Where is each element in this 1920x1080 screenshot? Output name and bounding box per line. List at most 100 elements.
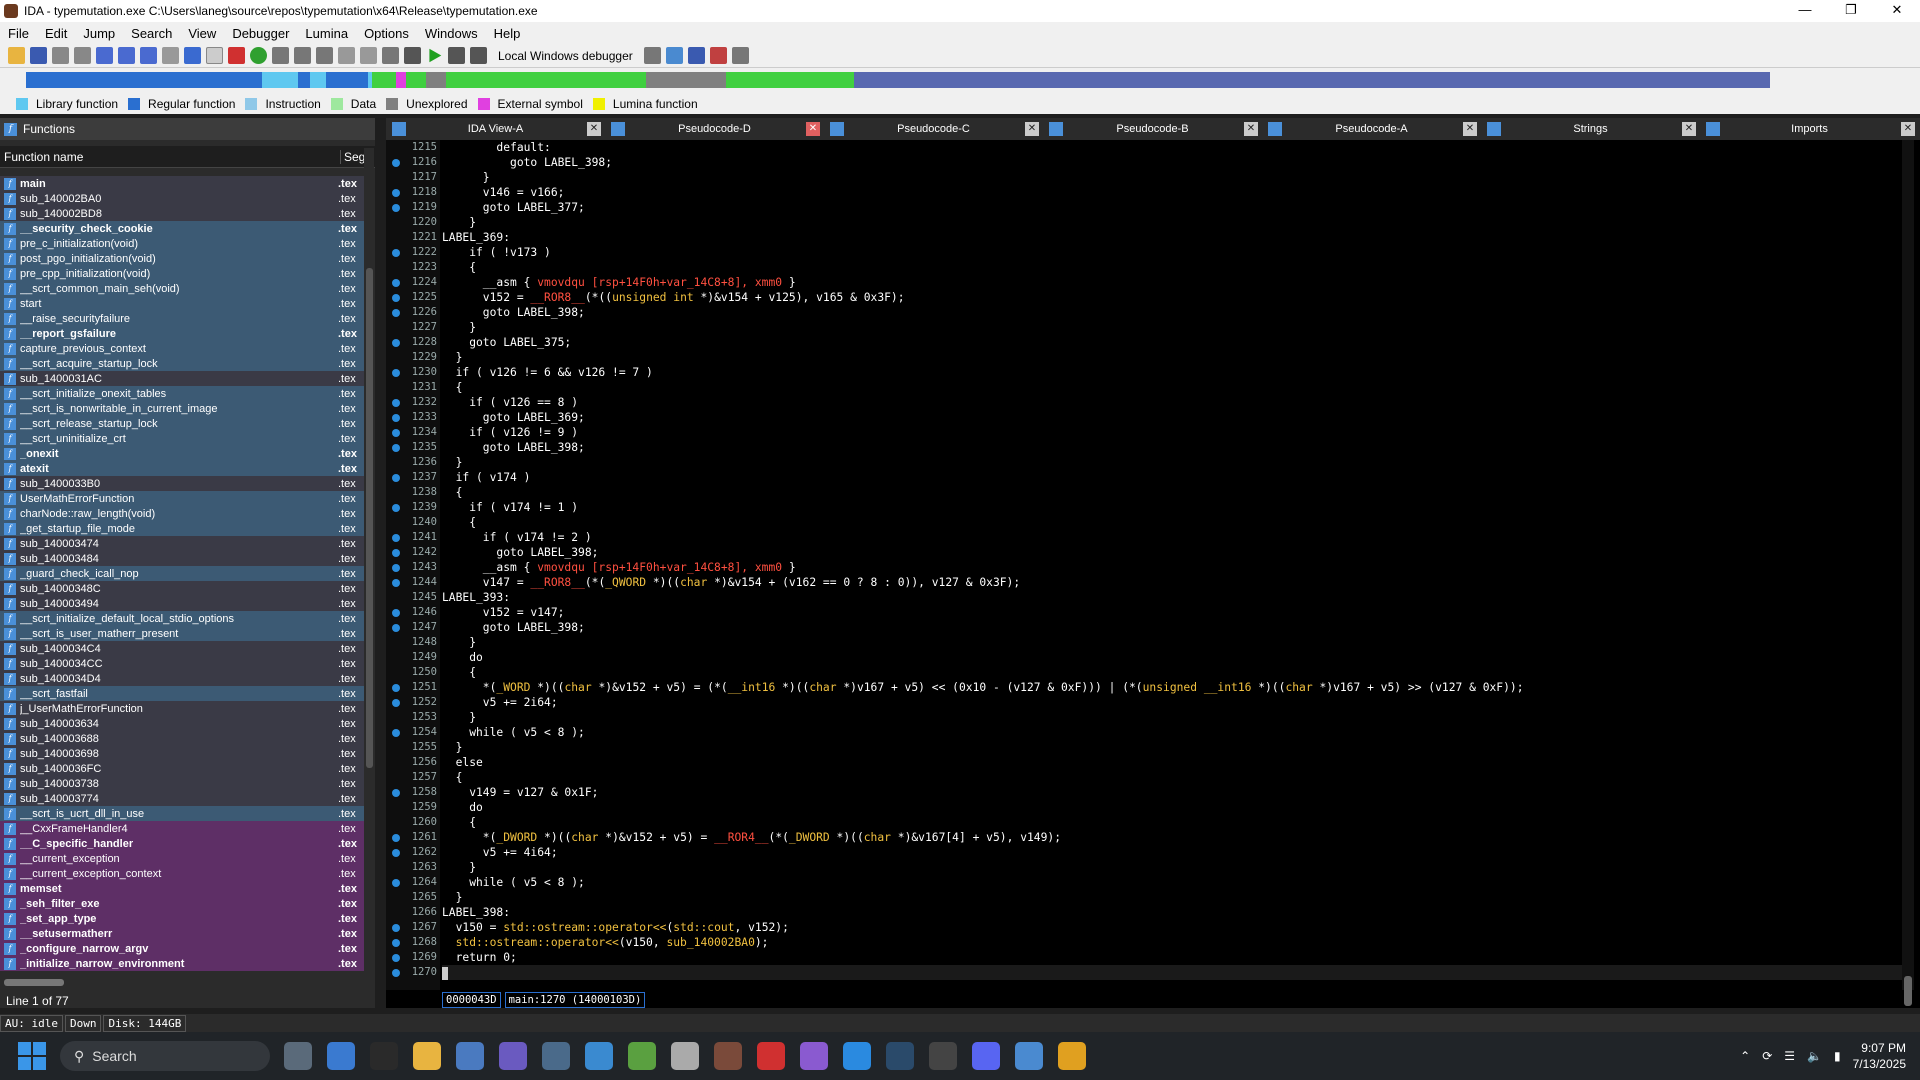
line-number[interactable]: 1221 [386,230,440,245]
function-row[interactable]: f __security_check_cookie .tex [0,221,364,236]
breakpoint-dot-icon[interactable] [392,294,400,302]
line-number[interactable]: 1215 [386,140,440,155]
maximize-button[interactable]: ❐ [1828,0,1874,22]
menu-help[interactable]: Help [486,26,529,41]
edit-icon[interactable] [382,47,399,64]
code-line[interactable]: v5 += 2i64; [442,695,1902,710]
code-line[interactable]: *(_DWORD *)((char *)&v152 + v5) = __ROR4… [442,830,1902,845]
line-number[interactable]: 1239 [386,500,440,515]
pause-icon[interactable] [448,47,465,64]
code-line[interactable]: return 0; [442,950,1902,965]
delete-icon[interactable] [404,47,421,64]
breakpoint-dot-icon[interactable] [392,279,400,287]
line-number[interactable]: 1219 [386,200,440,215]
code-line[interactable]: { [442,485,1902,500]
breakpoint-dot-icon[interactable] [392,729,400,737]
calculator-icon[interactable] [542,1042,570,1070]
attach-icon[interactable] [665,47,683,64]
function-row[interactable]: f _onexit .tex [0,446,364,461]
code-line[interactable]: v5 += 4i64; [442,845,1902,860]
breakpoint-dot-icon[interactable] [392,444,400,452]
app-a-icon[interactable] [929,1042,957,1070]
enum-icon[interactable] [316,47,333,64]
menu-file[interactable]: File [0,26,37,41]
start-button[interactable] [18,1042,46,1070]
function-row[interactable]: f capture_previous_context .tex [0,341,364,356]
search-icon[interactable] [162,47,179,64]
tab-pseudocode-a[interactable]: Pseudocode-A ✕ [1262,118,1481,140]
line-number[interactable]: 1232 [386,395,440,410]
breakpoint-dot-icon[interactable] [392,414,400,422]
navigation-band-map[interactable] [26,72,1770,88]
functions-horizontal-scrollbar[interactable] [4,976,364,988]
line-number[interactable]: 1253 [386,710,440,725]
save-icon[interactable] [30,47,47,64]
line-number[interactable]: 1242 [386,545,440,560]
code-line[interactable]: if ( v174 != 1 ) [442,500,1902,515]
function-row[interactable]: f main .tex [0,176,364,191]
breakpoint-dot-icon[interactable] [392,309,400,317]
code-line[interactable]: goto LABEL_398; [442,620,1902,635]
discord-icon[interactable] [972,1042,1000,1070]
breakpoint-dot-icon[interactable] [392,969,400,977]
line-number[interactable]: 1267 [386,920,440,935]
line-number[interactable]: 1260 [386,815,440,830]
code-line[interactable]: __asm { vmovdqu [rsp+14F0h+var_14C8+8], … [442,560,1902,575]
code-line[interactable]: } [442,455,1902,470]
function-row[interactable]: f sub_140003494 .tex [0,596,364,611]
line-number[interactable]: 1261 [386,830,440,845]
tab-close-icon[interactable]: ✕ [587,122,601,136]
list-icon[interactable] [118,47,135,64]
line-number[interactable]: 1217 [386,170,440,185]
line-number[interactable]: 1250 [386,665,440,680]
tab-strings[interactable]: Strings ✕ [1481,118,1700,140]
code-line[interactable]: } [442,710,1902,725]
function-row[interactable]: f UserMathErrorFunction .tex [0,491,364,506]
breakpoint-dot-icon[interactable] [392,834,400,842]
code-line[interactable]: { [442,665,1902,680]
function-row[interactable]: f __report_gsfailure .tex [0,326,364,341]
tab-close-icon[interactable]: ✕ [1463,122,1477,136]
line-number[interactable]: 1227 [386,320,440,335]
code-line[interactable]: default: [442,140,1902,155]
code-line[interactable]: goto LABEL_377; [442,200,1902,215]
breakpoint-dot-icon[interactable] [392,549,400,557]
line-number[interactable]: 1218 [386,185,440,200]
line-number[interactable]: 1268 [386,935,440,950]
breakpoint-dot-icon[interactable] [392,789,400,797]
tab-close-icon[interactable]: ✕ [806,122,820,136]
function-row[interactable]: f __C_specific_handler .tex [0,836,364,851]
function-row[interactable]: f charNode::raw_length(void) .tex [0,506,364,521]
line-number[interactable]: 1216 [386,155,440,170]
breakpoint-dot-icon[interactable] [392,399,400,407]
wifi-icon[interactable]: ☰ [1784,1049,1795,1063]
line-number[interactable]: 1265 [386,890,440,905]
function-row[interactable]: f __current_exception_context .tex [0,866,364,881]
line-number[interactable]: 1225 [386,290,440,305]
line-number[interactable]: 1259 [386,800,440,815]
terminal-icon[interactable] [370,1042,398,1070]
chrome-icon[interactable] [1058,1042,1086,1070]
tab-imports[interactable]: Imports ✕ [1700,118,1919,140]
breakpoint-dot-icon[interactable] [392,954,400,962]
function-row[interactable]: f memset .tex [0,881,364,896]
function-row[interactable]: f sub_140003738 .tex [0,776,364,791]
chevron-up-icon[interactable]: ⌃ [1740,1049,1750,1063]
function-row[interactable]: f sub_1400031AC .tex [0,371,364,386]
line-number[interactable]: 1224 [386,275,440,290]
code-line[interactable]: else [442,755,1902,770]
graph-icon[interactable] [272,47,289,64]
code-line[interactable]: } [442,740,1902,755]
close-button[interactable]: ✕ [1874,0,1920,22]
function-row[interactable]: f sub_140002BD8 .tex [0,206,364,221]
pseudocode-view[interactable]: 1215 1216 1217 1218 1219 1220 1221 1222 1223 1224… [386,140,1920,1008]
function-row[interactable]: f pre_cpp_initialization(void) .tex [0,266,364,281]
breakpoint-dot-icon[interactable] [392,849,400,857]
code-line[interactable]: LABEL_369: [442,230,1902,245]
function-row[interactable]: f _set_app_type .tex [0,911,364,926]
line-number[interactable]: 1245 [386,590,440,605]
plugin-icon[interactable] [360,47,377,64]
function-row[interactable]: f sub_1400034C4 .tex [0,641,364,656]
trace-icon[interactable] [709,47,727,64]
line-number[interactable]: 1246 [386,605,440,620]
